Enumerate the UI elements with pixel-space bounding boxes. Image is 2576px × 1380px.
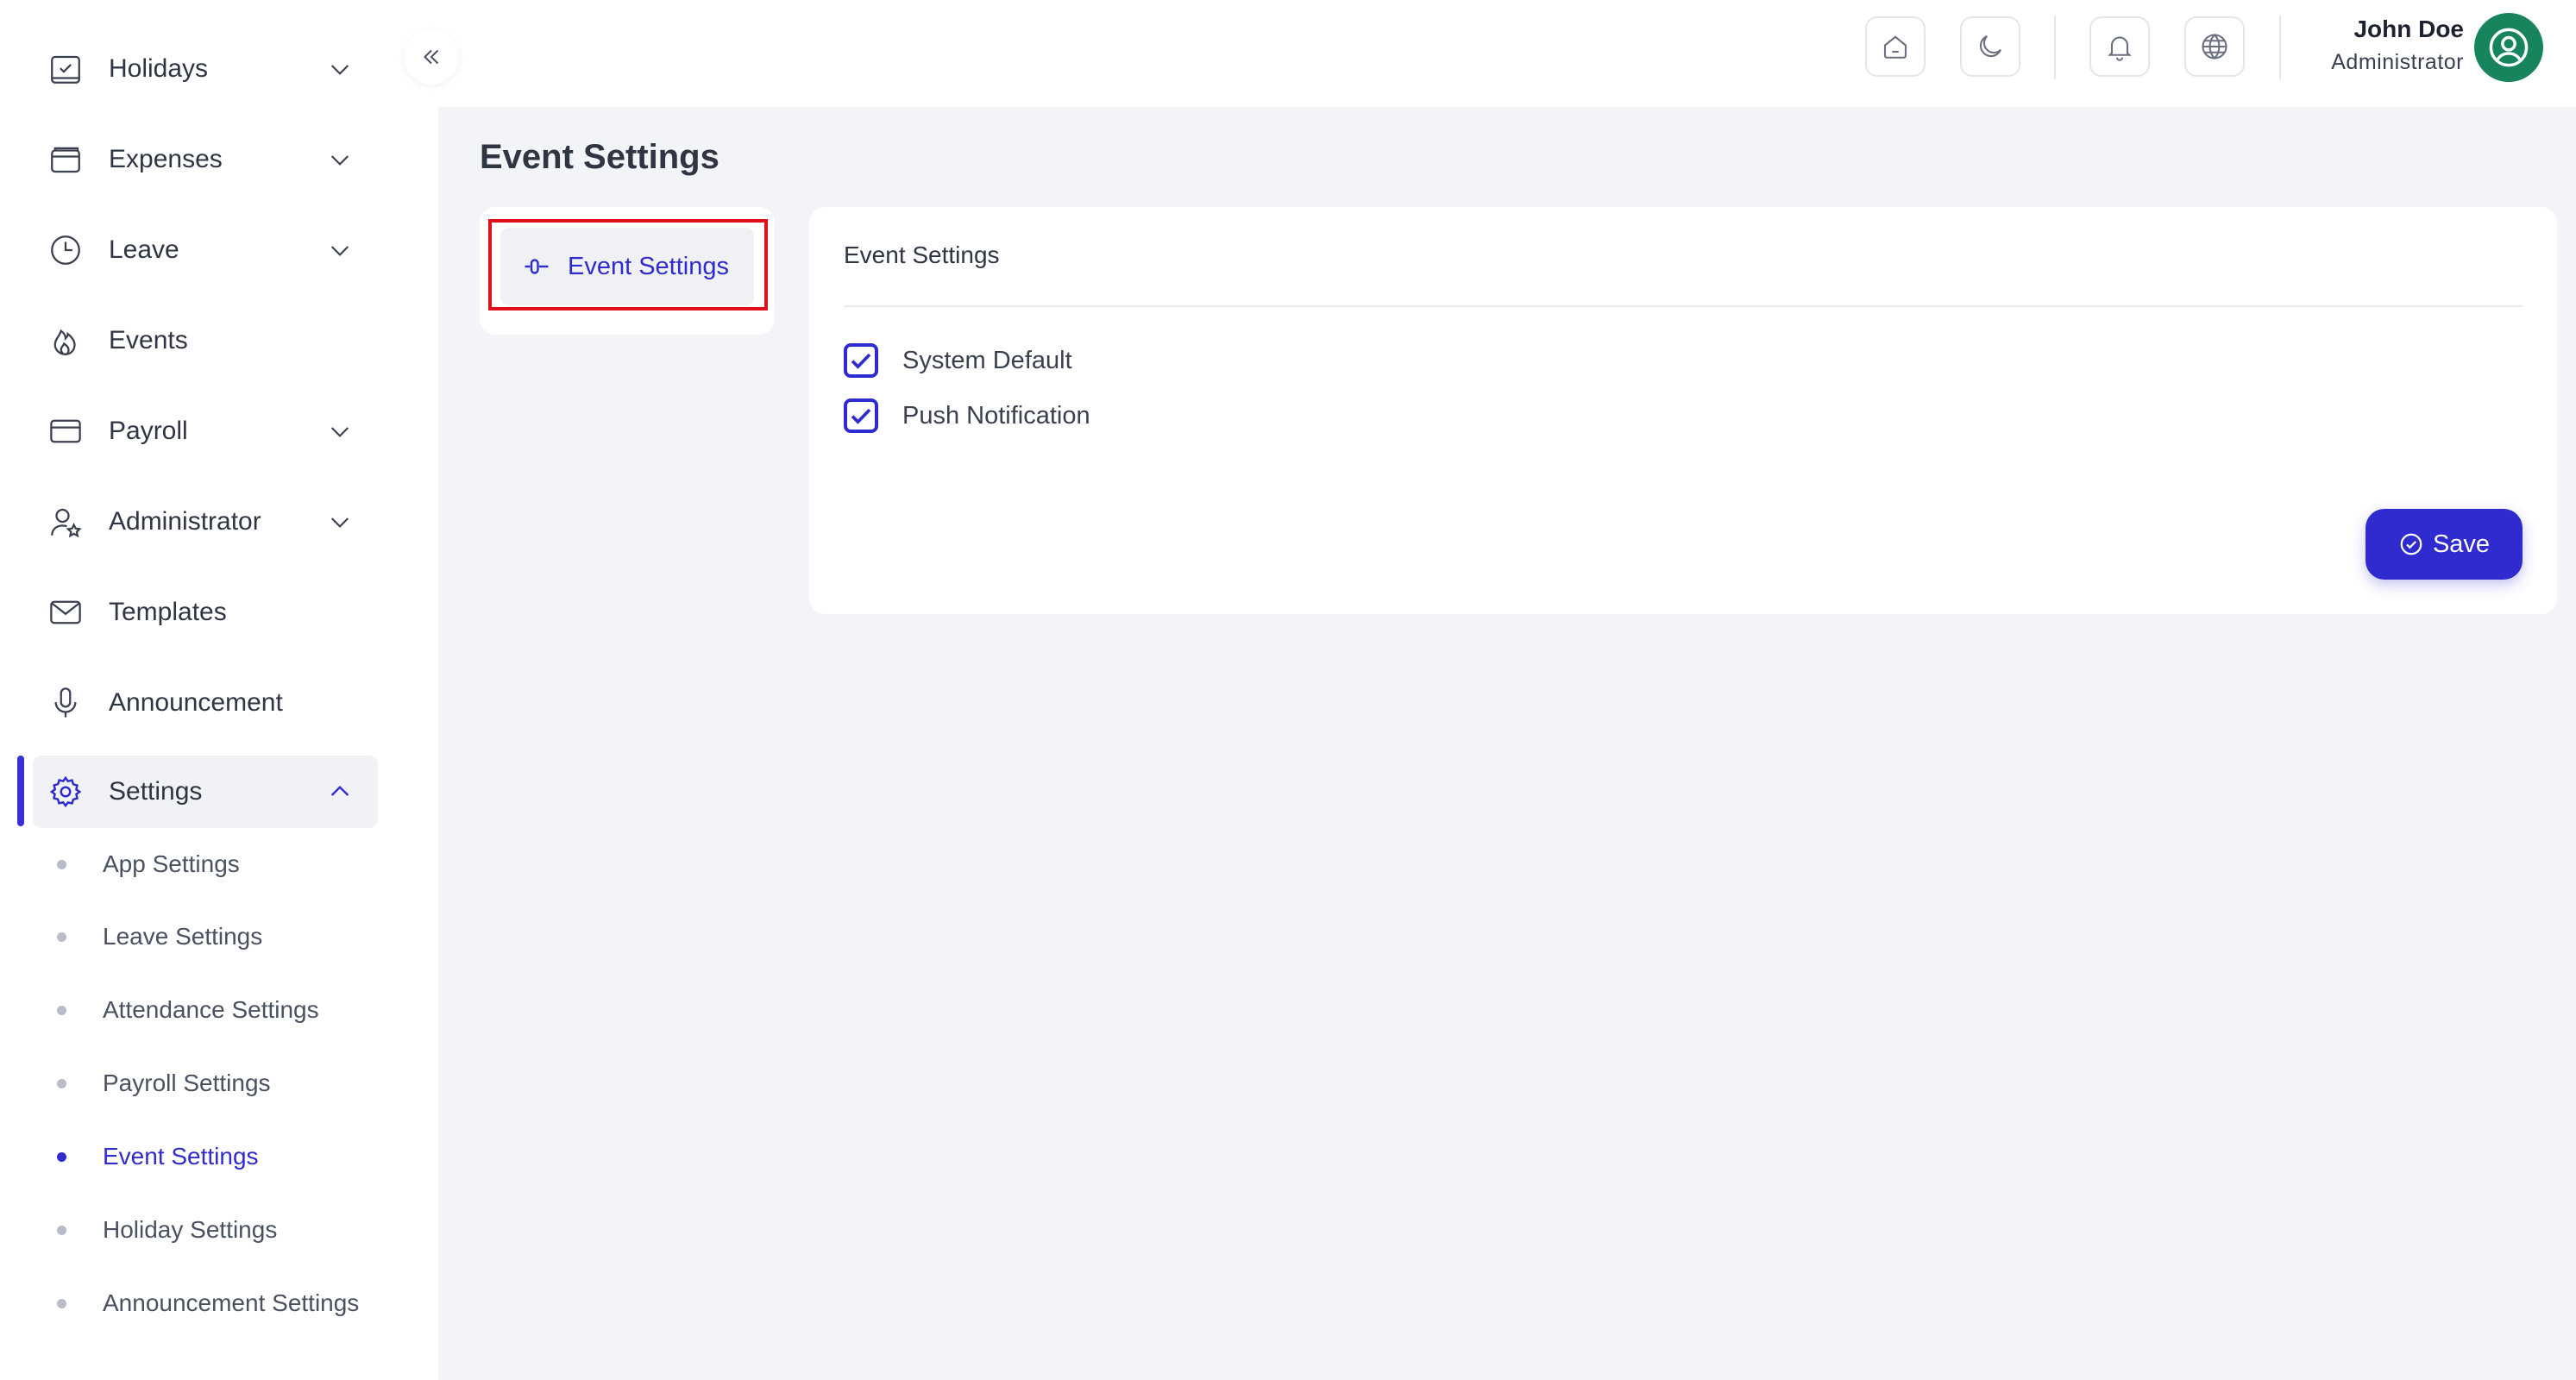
globe-icon: [2202, 34, 2227, 60]
page-title: Event Settings: [480, 138, 719, 176]
sidebar-subitem-payroll-settings[interactable]: Payroll Settings: [57, 1057, 271, 1109]
divider: [844, 305, 2523, 307]
sidebar-item-templates[interactable]: Templates: [33, 576, 378, 649]
bullet-dot: [57, 1005, 66, 1015]
event-settings-card: Event Settings System Default Push Notif…: [809, 207, 2557, 614]
bullet-dot: [57, 1078, 66, 1088]
checkbox-box[interactable]: [844, 398, 878, 433]
sidebar-subitem-announcement-settings[interactable]: Announcement Settings: [57, 1277, 359, 1329]
sidebar-subitem-label: Event Settings: [103, 1143, 259, 1170]
sidebar-item-label: Expenses: [109, 145, 223, 173]
moon-icon: [1979, 35, 2001, 58]
sidebar-subitem-label: Leave Settings: [103, 923, 263, 950]
clock-icon: [33, 214, 98, 286]
collapse-sidebar-button[interactable]: [404, 29, 459, 85]
home-button[interactable]: [1865, 16, 1926, 77]
user-name: John Doe: [2353, 16, 2464, 42]
card-title: Event Settings: [844, 242, 1000, 268]
calendar-check-icon: [33, 33, 98, 105]
sidebar-subitem-holiday-settings[interactable]: Holiday Settings: [57, 1204, 277, 1256]
checkbox-label: System Default: [902, 346, 1072, 374]
sidebar-subitem-label: App Settings: [103, 850, 240, 877]
sidebar-subitem-app-settings[interactable]: App Settings: [57, 838, 240, 890]
user-circle-icon: [2489, 28, 2529, 67]
save-button[interactable]: Save: [2366, 509, 2523, 580]
sidebar-item-holidays[interactable]: Holidays: [33, 33, 378, 105]
sidebar-item-events[interactable]: Events: [33, 304, 378, 377]
sidebar-subitem-attendance-settings[interactable]: Attendance Settings: [57, 984, 319, 1036]
highlight-box: [488, 219, 768, 310]
save-button-label: Save: [2432, 530, 2491, 558]
sidebar-item-administrator[interactable]: Administrator: [33, 486, 378, 558]
flame-icon: [33, 304, 98, 377]
microphone-icon: [33, 667, 98, 739]
active-indicator: [17, 756, 24, 826]
sidebar-item-label: Holidays: [109, 54, 209, 83]
user-star-icon: [33, 486, 98, 558]
gear-icon: [33, 756, 98, 828]
sidebar-subitem-event-settings[interactable]: Event Settings: [57, 1131, 259, 1182]
chevron-down-icon: [330, 65, 349, 75]
check-circle-icon: [2400, 533, 2422, 555]
bullet-dot: [57, 1298, 66, 1308]
mail-icon: [33, 576, 98, 649]
checkbox-box[interactable]: [844, 343, 878, 378]
top-bar: John Doe Administrator: [438, 0, 2576, 107]
sidebar-subitem-leave-settings[interactable]: Leave Settings: [57, 911, 262, 963]
credit-card-icon: [33, 395, 98, 467]
sidebar-subitem-label: Attendance Settings: [103, 996, 319, 1023]
bullet-dot: [57, 1151, 66, 1162]
topbar-divider: [2054, 16, 2056, 79]
sidebar-subitem-label: Holiday Settings: [103, 1216, 278, 1243]
bullet-dot: [57, 1225, 66, 1235]
user-role: Administrator: [2331, 50, 2464, 74]
chevron-down-icon: [330, 427, 349, 437]
sidebar-item-label: Announcement: [109, 688, 283, 717]
sidebar-item-announcement[interactable]: Announcement: [33, 667, 378, 739]
sidebar-item-expenses[interactable]: Expenses: [33, 123, 378, 196]
wallet-icon: [33, 123, 98, 196]
system-default-checkbox[interactable]: System Default: [844, 340, 1072, 381]
check-icon: [851, 353, 871, 369]
sidebar-item-label: Settings: [109, 777, 203, 806]
chevron-down-icon: [330, 518, 349, 528]
sidebar-item-label: Payroll: [109, 417, 188, 445]
sidebar-item-label: Leave: [109, 235, 179, 264]
sidebar-item-label: Templates: [109, 598, 227, 626]
avatar[interactable]: [2474, 13, 2543, 82]
push-notification-checkbox[interactable]: Push Notification: [844, 395, 1090, 436]
chevron-down-icon: [330, 246, 349, 256]
checkbox-label: Push Notification: [902, 401, 1090, 430]
check-icon: [851, 408, 871, 424]
chevron-up-icon: [330, 785, 349, 796]
theme-toggle-button[interactable]: [1960, 16, 2020, 77]
sidebar-item-label: Administrator: [109, 507, 261, 536]
bell-icon: [2108, 36, 2132, 61]
home-icon: [1883, 35, 1907, 59]
chevrons-left-icon: [424, 49, 439, 65]
sidebar-item-leave[interactable]: Leave: [33, 214, 378, 286]
sidebar-item-payroll[interactable]: Payroll: [33, 395, 378, 467]
topbar-divider: [2279, 16, 2281, 79]
sidebar-subitem-label: Announcement Settings: [103, 1289, 360, 1316]
sidebar-item-label: Events: [109, 326, 188, 354]
language-button[interactable]: [2184, 16, 2245, 77]
sidebar: Holidays Expenses Leave Events Payroll A: [0, 0, 438, 1380]
sidebar-subitem-label: Payroll Settings: [103, 1070, 271, 1096]
bullet-dot: [57, 859, 66, 869]
chevron-down-icon: [330, 155, 349, 166]
sidebar-item-settings[interactable]: Settings: [33, 756, 378, 828]
notifications-button[interactable]: [2089, 16, 2150, 77]
bullet-dot: [57, 932, 66, 942]
